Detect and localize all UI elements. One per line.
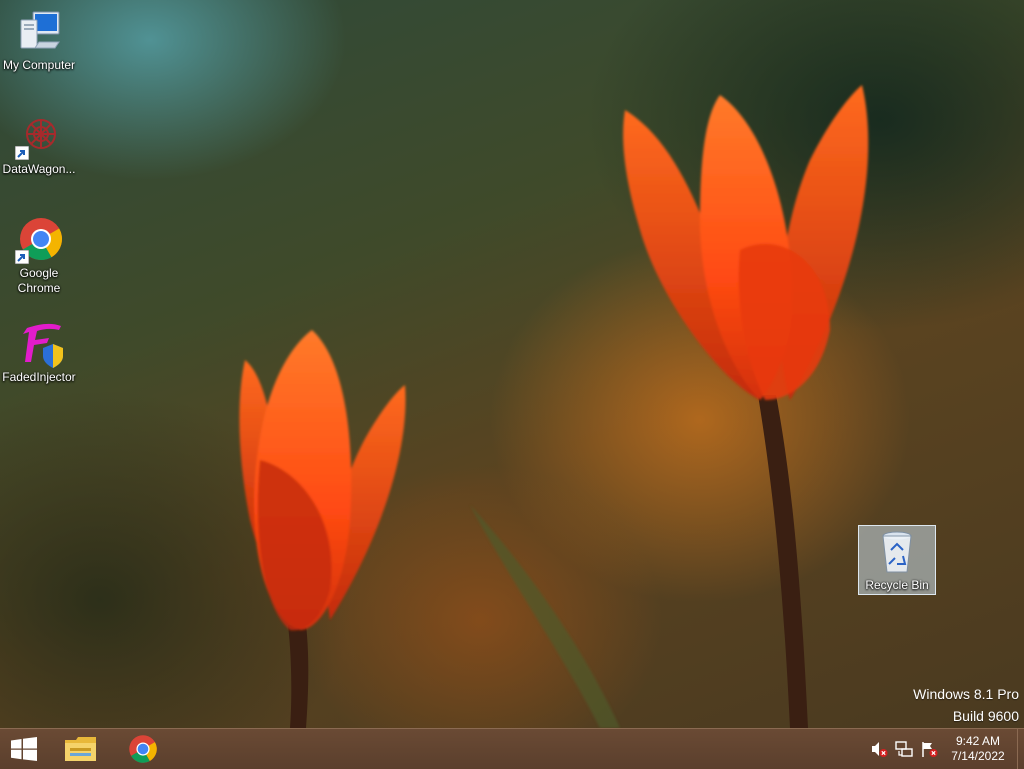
taskbar: 9:42 AM 7/14/2022 [0,728,1024,769]
system-tray: 9:42 AM 7/14/2022 [870,729,1024,769]
shortcut-arrow-icon [15,146,29,160]
chrome-icon [129,735,157,763]
action-center-flag-icon[interactable] [920,740,938,758]
clock[interactable]: 9:42 AM 7/14/2022 [945,734,1011,764]
taskbar-file-explorer[interactable] [56,729,106,769]
shortcut-arrow-icon [15,250,29,264]
recycle-bin-icon [873,528,921,576]
datawagon-icon [15,112,63,160]
watermark-edition: Windows 8.1 Pro [913,686,1019,702]
folder-icon [65,737,96,761]
computer-icon [15,8,63,56]
start-button[interactable] [0,729,48,769]
network-icon[interactable] [895,740,913,758]
desktop-icon-label: DataWagon... [2,162,76,176]
watermark-build: Build 9600 [952,708,1019,724]
chrome-icon [15,216,63,264]
desktop-icon-my-computer[interactable]: My Computer [0,8,78,73]
show-desktop-button[interactable] [1017,729,1024,769]
taskbar-google-chrome[interactable] [118,729,168,769]
speaker-muted-icon[interactable] [870,740,888,758]
windows-watermark: Windows 8.1 Pro Build 9600 [913,683,1019,727]
fadedinjector-icon [15,320,63,368]
clock-date: 7/14/2022 [951,749,1005,763]
desktop-icon-recycle-bin[interactable]: Recycle Bin [858,525,936,595]
desktop[interactable]: My Computer DataWagon... Google Chrome F… [0,0,1024,728]
desktop-icon-label: Google Chrome [17,266,61,295]
clock-time: 9:42 AM [955,734,1001,748]
desktop-icon-label: Recycle Bin [865,578,929,592]
desktop-icon-label: FadedInjector [2,370,76,384]
desktop-icon-label: My Computer [2,58,76,72]
desktop-icon-fadedinjector[interactable]: FadedInjector [0,320,78,385]
desktop-icon-google-chrome[interactable]: Google Chrome [0,216,78,296]
wallpaper [239,85,869,728]
windows-logo-icon [11,737,37,761]
desktop-icon-datawagon[interactable]: DataWagon... [0,112,78,177]
